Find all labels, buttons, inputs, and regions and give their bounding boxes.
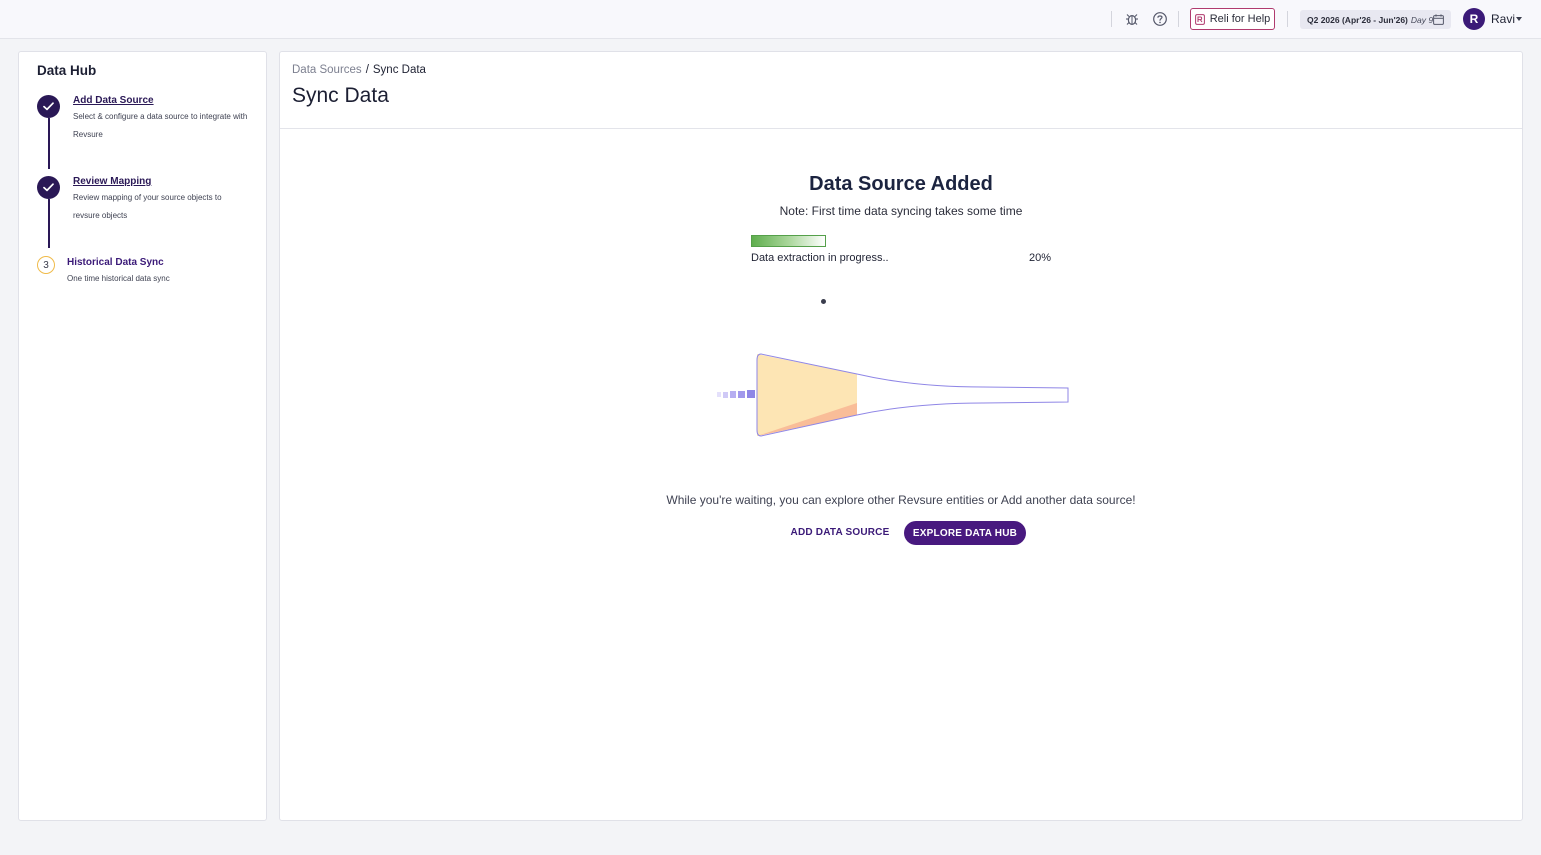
help-icon[interactable]: [1152, 11, 1168, 27]
quarter-selector[interactable]: Q2 2026 (Apr'26 - Jun'26) Day 9: [1300, 10, 1451, 29]
avatar[interactable]: R: [1463, 8, 1485, 30]
user-name[interactable]: Ravi: [1491, 12, 1515, 26]
breadcrumb-current: Sync Data: [372, 64, 426, 76]
reli-icon: [1194, 13, 1205, 25]
check-icon: [43, 102, 54, 111]
step-review-mapping[interactable]: Review Mapping: [73, 176, 151, 187]
data-drop-dot: [821, 299, 826, 304]
step-historical-data-sync[interactable]: Historical Data Sync: [67, 257, 164, 268]
step-number: 3: [43, 259, 49, 271]
step-complete-indicator: [37, 95, 60, 118]
calendar-icon: [1433, 14, 1444, 25]
breadcrumb-separator: /: [365, 64, 369, 76]
step-number-indicator: 3: [37, 256, 55, 274]
avatar-initial: R: [1469, 12, 1479, 26]
page-title: Sync Data: [292, 84, 389, 107]
day-label: Day 9: [1410, 14, 1434, 25]
sidebar: Data Hub Add Data Source Select & config…: [18, 51, 267, 821]
main-panel: Data Sources / Sync Data Sync Data Data So…: [279, 51, 1523, 821]
top-bar: Reli for Help Q2 2026 (Apr'26 - Jun'26) …: [0, 0, 1541, 39]
step-description: Review mapping of your source objects to: [73, 193, 222, 202]
step-description: One time historical data sync: [67, 274, 170, 283]
sidebar-title: Data Hub: [37, 63, 97, 78]
reli-help-label: Reli for Help: [1209, 13, 1271, 25]
progress-bar: [751, 235, 826, 247]
status-title: Data Source Added: [809, 173, 993, 195]
divider: [1111, 11, 1112, 27]
progress-label: Data extraction in progress..: [751, 252, 889, 264]
reli-help-button[interactable]: Reli for Help: [1190, 8, 1275, 30]
quarter-label: Q2 2026 (Apr'26 - Jun'26): [1307, 14, 1408, 25]
step-description: revsure objects: [73, 211, 128, 220]
step-description: Revsure: [73, 130, 103, 139]
step-add-data-source[interactable]: Add Data Source: [73, 95, 154, 106]
progress-fill: [752, 236, 825, 246]
breadcrumb: Data Sources / Sync Data: [292, 64, 426, 76]
bug-icon[interactable]: [1124, 11, 1140, 27]
progress-percent: 20%: [1029, 252, 1052, 264]
chevron-down-icon[interactable]: [1516, 17, 1522, 21]
data-funnel-illustration: [717, 353, 1069, 437]
step-connector: [48, 118, 50, 169]
add-data-source-button[interactable]: ADD DATA SOURCE: [788, 525, 892, 539]
check-icon: [43, 183, 54, 192]
breadcrumb-data-sources[interactable]: Data Sources: [292, 64, 362, 76]
sync-note: Note: First time data syncing takes some…: [779, 204, 1023, 218]
explore-data-hub-button[interactable]: EXPLORE DATA HUB: [904, 521, 1026, 545]
step-description: Select & configure a data source to inte…: [73, 112, 248, 121]
divider: [1287, 11, 1288, 27]
step-complete-indicator: [37, 176, 60, 199]
divider: [280, 128, 1522, 129]
waiting-message: While you're waiting, you can explore ot…: [666, 493, 1136, 507]
divider: [1178, 11, 1179, 27]
step-connector: [48, 199, 50, 248]
